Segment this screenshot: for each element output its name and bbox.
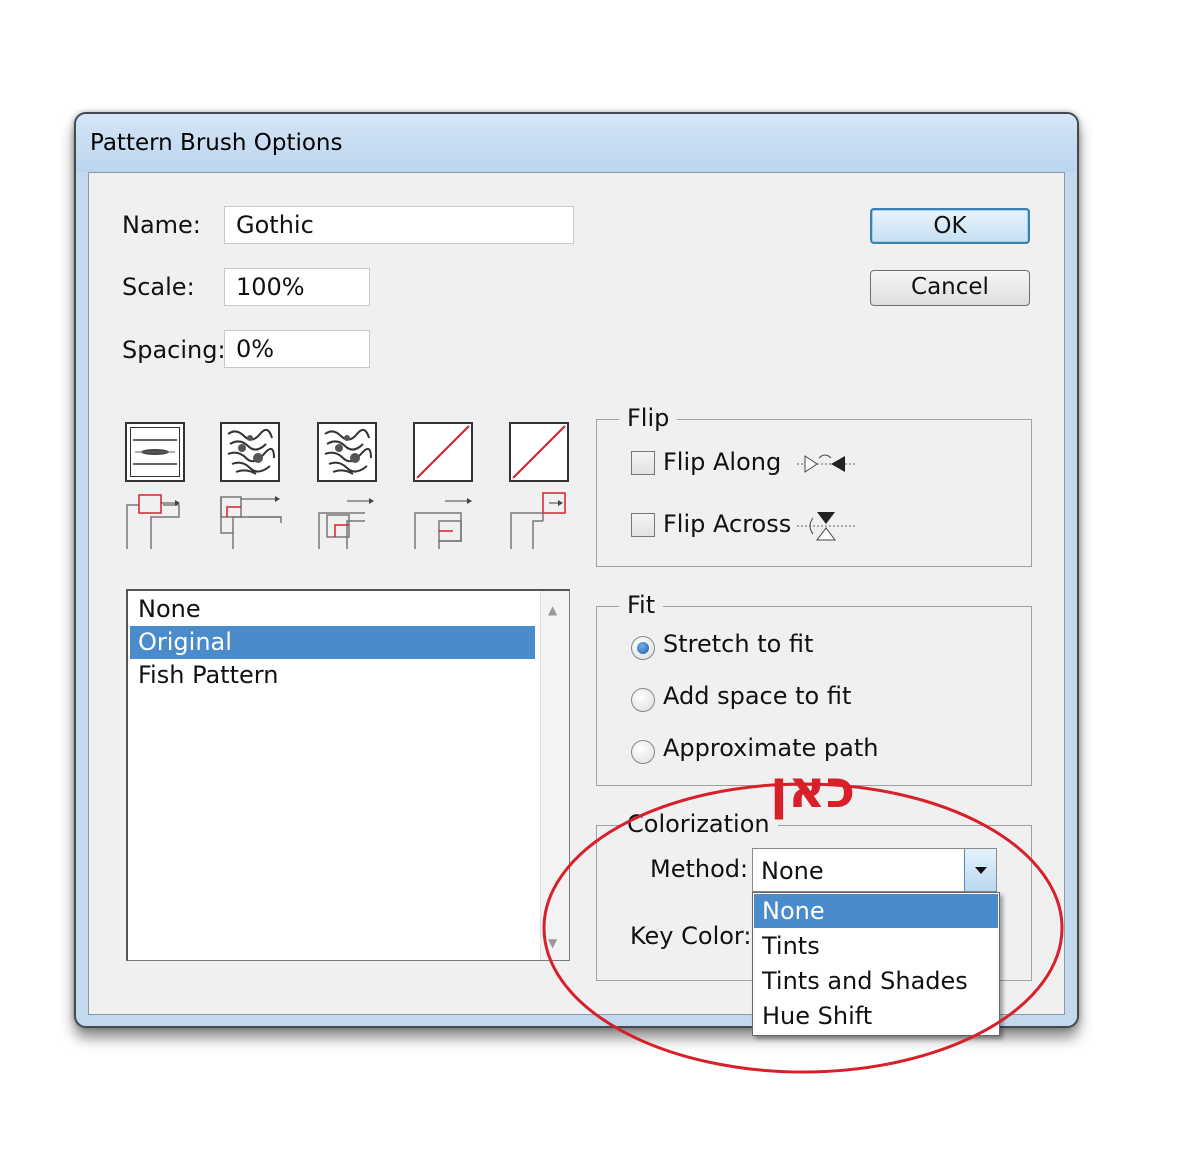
dialog-title: Pattern Brush Options [90, 130, 343, 156]
fit-group: Fit Stretch to fit Add space to fit Appr… [596, 592, 1032, 786]
add-space-to-fit-radio[interactable] [631, 688, 655, 712]
side-tile-icon [133, 439, 177, 465]
flip-group-title: Flip [619, 405, 678, 431]
scale-label: Scale: [122, 273, 195, 301]
dropdown-option-tints-and-shades[interactable]: Tints and Shades [754, 964, 998, 998]
flip-along-icon [797, 454, 855, 473]
name-label: Name: [122, 211, 201, 239]
flip-along-label[interactable]: Flip Along [663, 448, 781, 476]
method-label: Method: [650, 855, 749, 883]
spacing-label: Spacing: [122, 336, 226, 364]
name-field[interactable]: Gothic [224, 206, 574, 244]
dropdown-option-tints[interactable]: Tints [754, 929, 998, 963]
pattern-brush-options-dialog: Pattern Brush Options Name: Gothic Scale… [74, 112, 1079, 1036]
gothic-pattern-icon [227, 428, 275, 475]
ok-button[interactable]: OK [870, 208, 1030, 244]
method-select[interactable]: None [752, 848, 997, 892]
flip-across-label[interactable]: Flip Across [663, 510, 791, 538]
flip-across-icon [797, 512, 855, 541]
stretch-to-fit-radio[interactable] [631, 636, 655, 660]
fit-group-title: Fit [619, 592, 664, 618]
start-tile-diagram-icon [414, 498, 472, 549]
end-tile-diagram-icon [510, 492, 566, 549]
list-scrollbar[interactable]: ▲ ▼ [540, 591, 569, 960]
side-tile-diagram-icon [126, 494, 180, 549]
add-space-to-fit-label[interactable]: Add space to fit [663, 682, 851, 710]
outer-corner-diagram-icon [220, 496, 282, 549]
cancel-button[interactable]: Cancel [870, 270, 1030, 306]
scroll-up-icon[interactable]: ▲ [548, 603, 557, 617]
title-bar[interactable]: Pattern Brush Options [76, 114, 1077, 172]
end-tile[interactable] [509, 422, 569, 482]
flip-along-checkbox[interactable] [631, 451, 655, 475]
inner-corner-diagram-icon [318, 498, 374, 549]
stretch-to-fit-label[interactable]: Stretch to fit [663, 630, 813, 658]
list-item[interactable]: Fish Pattern [130, 659, 535, 692]
list-item[interactable]: None [130, 593, 535, 626]
method-dropdown-list[interactable]: None Tints Tints and Shades Hue Shift [752, 892, 1000, 1036]
dropdown-option-none[interactable]: None [754, 894, 998, 928]
side-tile[interactable] [125, 422, 185, 482]
list-item[interactable]: Original [130, 626, 535, 659]
scroll-down-icon[interactable]: ▼ [548, 936, 557, 950]
approximate-path-radio[interactable] [631, 740, 655, 764]
empty-tile-icon [416, 425, 470, 479]
empty-tile-icon [512, 425, 566, 479]
chevron-down-icon[interactable] [964, 849, 996, 891]
start-tile[interactable] [413, 422, 473, 482]
gothic-pattern-icon [324, 428, 372, 475]
colorization-group-title: Colorization [619, 811, 778, 837]
key-color-label: Key Color: [630, 922, 752, 950]
pattern-list[interactable]: None Original Fish Pattern ▲ ▼ [126, 589, 570, 961]
flip-group: Flip Flip Along Flip Across [596, 405, 1032, 567]
inner-corner-tile[interactable] [317, 422, 377, 482]
spacing-field[interactable]: 0% [224, 330, 370, 368]
annotation-text: כאן [770, 760, 856, 820]
approximate-path-label[interactable]: Approximate path [663, 734, 879, 762]
outer-corner-tile[interactable] [220, 422, 280, 482]
flip-across-checkbox[interactable] [631, 513, 655, 537]
dropdown-option-hue-shift[interactable]: Hue Shift [754, 999, 998, 1033]
scale-field[interactable]: 100% [224, 268, 370, 306]
method-select-value: None [761, 857, 824, 885]
dialog-client-area: Name: Gothic Scale: 100% Spacing: 0% OK … [88, 172, 1065, 1036]
